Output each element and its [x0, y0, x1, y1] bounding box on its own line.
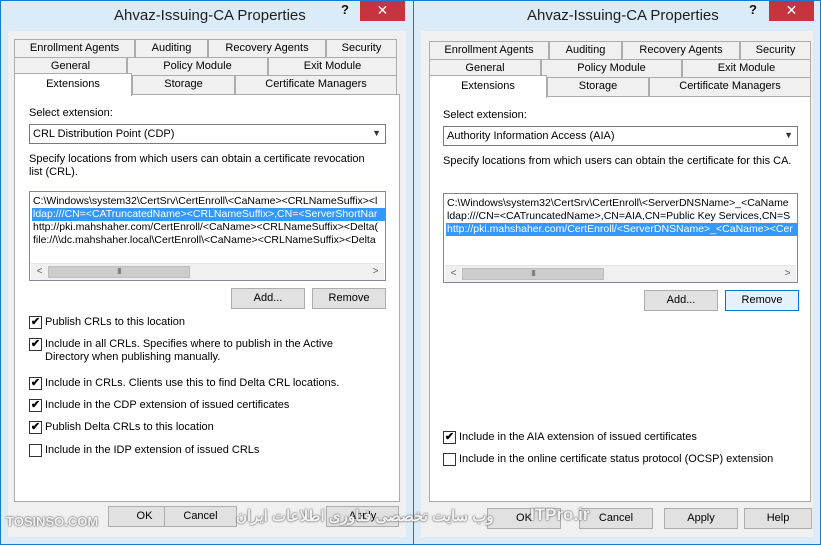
- checkbox-label: Publish Delta CRLs to this location: [45, 421, 214, 433]
- scroll-left-icon[interactable]: <: [445, 266, 462, 282]
- location-item[interactable]: C:\Windows\system32\CertSrv\CertEnroll\<…: [32, 195, 385, 208]
- checkbox-label: Include in all CRLs. Specifies where to …: [45, 338, 333, 363]
- locations-description: Specify locations from which users can o…: [443, 155, 792, 167]
- checkbox-check-icon[interactable]: ✔: [443, 431, 456, 444]
- select-extension-label: Select extension:: [29, 107, 113, 119]
- tab-recovery-agents[interactable]: Recovery Agents: [622, 41, 740, 60]
- tab-security[interactable]: Security: [740, 41, 811, 60]
- tab-storage[interactable]: Storage: [132, 75, 235, 94]
- cancel-button[interactable]: Cancel: [164, 506, 237, 527]
- tab-enrollment-agents[interactable]: Enrollment Agents: [14, 39, 135, 58]
- checkbox-check-icon[interactable]: ✔: [29, 377, 42, 390]
- watermark-itpro: ITPro.ir: [530, 505, 590, 524]
- title-bar[interactable]: Ahvaz-Issuing-CA Properties ? ✕: [414, 1, 820, 29]
- extensions-tab-panel: Select extension: Authority Information …: [429, 96, 811, 502]
- extension-dropdown[interactable]: CRL Distribution Point (CDP) ▼: [29, 124, 386, 144]
- selected-extension-value: Authority Information Access (AIA): [447, 130, 615, 142]
- scroll-right-icon[interactable]: >: [779, 266, 796, 282]
- chevron-down-icon: ▼: [372, 128, 381, 138]
- tab-certificate-managers[interactable]: Certificate Managers: [649, 77, 811, 96]
- locations-description: Specify locations from which users can o…: [29, 153, 365, 178]
- tab-enrollment-agents[interactable]: Enrollment Agents: [429, 41, 549, 60]
- location-list[interactable]: C:\Windows\system32\CertSrv\CertEnroll\<…: [29, 191, 386, 281]
- close-icon[interactable]: ✕: [360, 1, 405, 21]
- checkbox-label: Include in the CDP extension of issued c…: [45, 399, 290, 411]
- watermark-site-name: TOSINSO.COM: [6, 514, 99, 529]
- checkbox-label: Include in CRLs. Clients use this to fin…: [45, 377, 340, 389]
- scroll-left-icon[interactable]: <: [31, 264, 48, 280]
- tab-policy-module[interactable]: Policy Module: [127, 57, 268, 76]
- tab-exit-module[interactable]: Exit Module: [268, 57, 397, 76]
- remove-button[interactable]: Remove: [312, 288, 386, 309]
- aia-properties-window: Ahvaz-Issuing-CA Properties ? ✕ Enrollme…: [413, 0, 821, 545]
- extensions-tab-panel: Select extension: CRL Distribution Point…: [14, 94, 400, 502]
- title-bar[interactable]: Ahvaz-Issuing-CA Properties ? ✕: [1, 1, 413, 29]
- scroll-grip-icon: III: [531, 269, 536, 278]
- tab-policy-module[interactable]: Policy Module: [541, 59, 682, 78]
- apply-button[interactable]: Apply: [664, 508, 738, 529]
- checkbox-check-icon[interactable]: ✔: [29, 338, 42, 351]
- help-icon[interactable]: ?: [332, 1, 358, 21]
- remove-button[interactable]: Remove: [725, 290, 799, 311]
- checkbox-label: Include in the AIA extension of issued c…: [459, 431, 697, 443]
- tab-extensions[interactable]: Extensions: [14, 73, 132, 96]
- close-icon[interactable]: ✕: [769, 1, 814, 21]
- help-icon[interactable]: ?: [740, 1, 766, 21]
- cancel-button[interactable]: Cancel: [579, 508, 653, 529]
- checkbox-label: Publish CRLs to this location: [45, 316, 186, 328]
- scroll-right-icon[interactable]: >: [367, 264, 384, 280]
- add-button[interactable]: Add...: [231, 288, 305, 309]
- tab-certificate-managers[interactable]: Certificate Managers: [235, 75, 397, 94]
- checkbox-empty[interactable]: [29, 444, 42, 457]
- watermark-tagline: وب سایت تخصصی فناوری اطلاعات ایران: [236, 508, 494, 525]
- extension-dropdown[interactable]: Authority Information Access (AIA) ▼: [443, 126, 798, 146]
- checkbox-check-icon[interactable]: ✔: [29, 399, 42, 412]
- tab-extensions[interactable]: Extensions: [429, 75, 547, 98]
- location-list[interactable]: C:\Windows\system32\CertSrv\CertEnroll\<…: [443, 193, 798, 283]
- horizontal-scrollbar[interactable]: < III >: [31, 263, 384, 280]
- location-item-selected[interactable]: ldap:///CN=<CATruncatedName><CRLNameSuff…: [32, 208, 385, 221]
- scroll-grip-icon: III: [117, 267, 122, 276]
- tab-auditing[interactable]: Auditing: [135, 39, 208, 58]
- location-item[interactable]: file://\\dc.mahshaher.local\CertEnroll\<…: [32, 234, 385, 247]
- checkbox-label: Include in the online certificate status…: [459, 453, 774, 465]
- scroll-thumb[interactable]: III: [462, 268, 604, 280]
- add-button[interactable]: Add...: [644, 290, 718, 311]
- tab-auditing[interactable]: Auditing: [549, 41, 622, 60]
- checkbox-check-icon[interactable]: ✔: [29, 421, 42, 434]
- select-extension-label: Select extension:: [443, 109, 527, 121]
- tab-storage[interactable]: Storage: [547, 77, 649, 96]
- location-item-selected[interactable]: http://pki.mahshaher.com/CertEnroll/<Ser…: [446, 223, 797, 236]
- location-item[interactable]: C:\Windows\system32\CertSrv\CertEnroll\<…: [446, 197, 797, 210]
- checkbox-empty[interactable]: [443, 453, 456, 466]
- tab-security[interactable]: Security: [326, 39, 397, 58]
- window-title: Ahvaz-Issuing-CA Properties: [527, 7, 719, 24]
- checkbox-label: Include in the IDP extension of issued C…: [45, 444, 260, 456]
- window-title: Ahvaz-Issuing-CA Properties: [114, 7, 306, 24]
- tab-recovery-agents[interactable]: Recovery Agents: [208, 39, 326, 58]
- location-item[interactable]: http://pki.mahshaher.com/CertEnroll/<CaN…: [32, 221, 385, 234]
- location-item[interactable]: ldap:///CN=<CATruncatedName>,CN=AIA,CN=P…: [446, 210, 797, 223]
- dialog-client-area: Enrollment Agents Auditing Recovery Agen…: [8, 31, 406, 537]
- help-button[interactable]: Help: [744, 508, 812, 529]
- dialog-client-area: Enrollment Agents Auditing Recovery Agen…: [421, 31, 813, 537]
- selected-extension-value: CRL Distribution Point (CDP): [33, 128, 175, 140]
- tab-exit-module[interactable]: Exit Module: [682, 59, 811, 78]
- scroll-thumb[interactable]: III: [48, 266, 190, 278]
- horizontal-scrollbar[interactable]: < III >: [445, 265, 796, 282]
- cdp-properties-window: Ahvaz-Issuing-CA Properties ? ✕ Enrollme…: [0, 0, 414, 545]
- chevron-down-icon[interactable]: ▼: [784, 130, 793, 140]
- checkbox-check-icon[interactable]: ✔: [29, 316, 42, 329]
